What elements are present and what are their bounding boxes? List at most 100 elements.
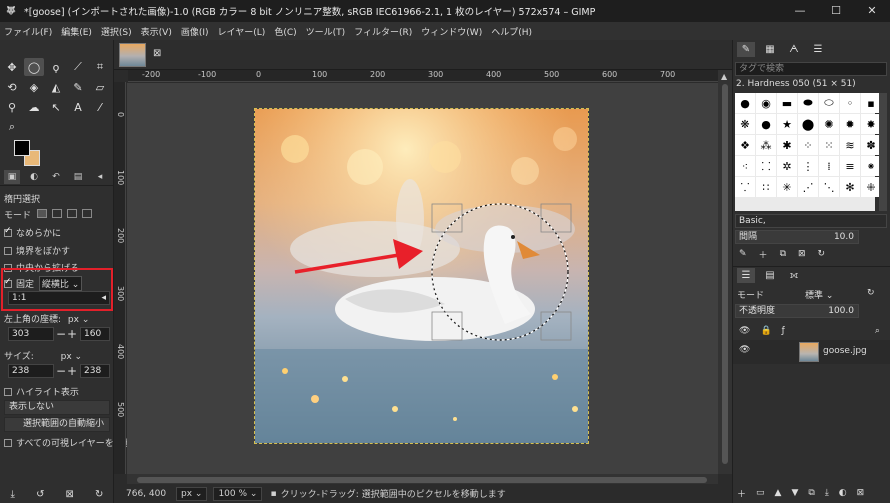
size-unit-select[interactable]: px ⌄ (61, 352, 82, 362)
layers-tab-icon[interactable]: ☰ (737, 267, 755, 283)
highlight-checkbox[interactable] (4, 388, 12, 396)
refresh-brushes-icon[interactable]: ↻ (818, 249, 826, 259)
text-tool-icon[interactable]: A (68, 98, 88, 116)
new-brush-icon[interactable]: ＋ (759, 248, 768, 261)
size-height-input[interactable]: 238 (80, 364, 110, 378)
feather-option[interactable]: 境界をぼかす (4, 244, 70, 257)
auto-shrink-button[interactable]: 選択範囲の自動縮小 (4, 417, 110, 432)
brush-item[interactable]: ● (756, 114, 776, 134)
brush-item[interactable]: ⋰ (798, 177, 818, 197)
position-y-input[interactable]: 160 (80, 327, 110, 341)
brush-item[interactable]: ⋱ (819, 177, 839, 197)
layer-row[interactable]: 👁 goose.jpg (733, 340, 890, 364)
brush-item[interactable]: ⁙ (819, 135, 839, 155)
delete-layer-icon[interactable]: ⊠ (857, 488, 865, 498)
layer-mode-reset-icon[interactable]: ↻ (867, 288, 875, 298)
maximize-button[interactable]: ☐ (818, 0, 854, 22)
brush-item[interactable]: ⋮ (798, 156, 818, 176)
lock-pixels-icon[interactable]: 🔒 (760, 326, 771, 336)
brush-item[interactable]: ✸ (861, 114, 881, 134)
tool-options-tab-icon[interactable]: ▣ (4, 169, 20, 184)
aspect-orientation-icon[interactable]: ◂ (101, 292, 106, 304)
brush-grid[interactable]: ● ◉ ▬ ⬬ ⬭ ◦ ▪ ❋ ● ★ ⬤ ✺ ✹ ✸ ❖ ⁂ ✱ ⁘ ⁙ ≋ … (735, 93, 881, 211)
size-width-input[interactable]: 238 (8, 364, 54, 378)
paths-tab-icon[interactable]: ⟗ (785, 268, 803, 283)
vertical-scroll-thumb[interactable] (722, 84, 728, 464)
brush-item[interactable]: ❋ (735, 114, 755, 134)
menu-filters[interactable]: フィルター(R) (354, 25, 412, 38)
highlight-option[interactable]: ハイライト表示 (4, 385, 79, 398)
aspect-ratio-input[interactable]: 1:1 ◂ (8, 291, 110, 305)
duplicate-layer-icon[interactable]: ⧉ (808, 488, 814, 498)
reset-options-icon[interactable]: ↻ (95, 489, 103, 500)
color-picker-tool-icon[interactable]: ⁄ (90, 98, 110, 116)
bucket-fill-tool-icon[interactable]: ◭ (46, 78, 66, 96)
crop-tool-icon[interactable]: ⌗ (90, 58, 110, 76)
path-tool-icon[interactable]: ↖ (46, 98, 66, 116)
brush-item[interactable]: ∷ (756, 177, 776, 197)
images-tab-icon[interactable]: ▤ (70, 170, 86, 184)
opacity-field[interactable]: 不透明度 100.0 (735, 304, 859, 318)
brush-item[interactable]: ⁞ (819, 156, 839, 176)
new-layer-icon[interactable]: ＋ (737, 487, 746, 500)
feather-checkbox[interactable] (4, 247, 12, 255)
fg-bg-color-swatches[interactable] (14, 140, 42, 168)
menu-help[interactable]: ヘルプ(H) (491, 25, 532, 38)
lasso-tool-icon[interactable]: ϙ (46, 58, 66, 76)
clone-tool-icon[interactable]: ⚲ (2, 98, 22, 116)
channels-tab-icon[interactable]: ▤ (761, 268, 779, 283)
zoom-tool-icon[interactable]: ⌕ (2, 118, 22, 136)
brush-item[interactable]: ▪ (861, 93, 881, 113)
unit-select[interactable]: px ⌄ (176, 486, 208, 501)
menu-select[interactable]: 選択(S) (101, 25, 132, 38)
paintbrush-tool-icon[interactable]: ✎ (68, 78, 88, 96)
brush-spacing-field[interactable]: 間隔 10.0 (735, 230, 859, 244)
brushes-tab-icon[interactable]: ✎ (737, 42, 755, 57)
merge-layer-icon[interactable]: ⤓ (825, 488, 829, 498)
mask-layer-icon[interactable]: ◐ (839, 488, 847, 498)
menu-colors[interactable]: 色(C) (274, 25, 296, 38)
edit-brush-icon[interactable]: ✎ (739, 249, 747, 259)
minimize-button[interactable]: — (782, 0, 818, 22)
raise-layer-icon[interactable]: ▲ (775, 488, 782, 498)
brush-item[interactable]: ★ (777, 114, 797, 134)
brush-item[interactable]: ⸪ (735, 177, 755, 197)
vertical-scroll-up-icon[interactable]: ▲ (721, 72, 727, 81)
brush-item[interactable]: ✲ (777, 156, 797, 176)
brush-item[interactable]: ≡ (840, 156, 860, 176)
vertical-scrollbar[interactable]: ▲ (718, 70, 732, 474)
menu-tools[interactable]: ツール(T) (306, 25, 346, 38)
image-tab-close-icon[interactable]: ⊠ (153, 48, 161, 59)
move-tool-icon[interactable]: ✥ (2, 58, 22, 76)
menu-edit[interactable]: 編集(E) (61, 25, 92, 38)
close-button[interactable]: ✕ (854, 0, 890, 22)
fixed-checkbox[interactable] (4, 277, 12, 288)
menu-view[interactable]: 表示(V) (141, 25, 172, 38)
all-layers-checkbox[interactable] (4, 439, 12, 447)
position-x-stepper-icon[interactable]: − (56, 328, 66, 340)
menu-file[interactable]: ファイル(F) (4, 25, 52, 38)
brush-item[interactable]: ⁖ (735, 156, 755, 176)
transform-tool-icon[interactable]: ⟲ (2, 78, 22, 96)
lock-alpha-icon[interactable]: ƒ (782, 326, 785, 336)
fixed-aspect-option[interactable]: 固定 縦横比 ⌄ (4, 276, 83, 291)
size-width-minus-icon[interactable]: − (56, 365, 66, 377)
document-history-tab-icon[interactable]: ☰ (809, 42, 827, 57)
horizontal-scroll-thumb[interactable] (137, 477, 707, 483)
brush-item[interactable]: ❖ (735, 135, 755, 155)
lock-position-icon[interactable]: ⌕ (875, 326, 880, 336)
brush-item[interactable]: ⬤ (798, 114, 818, 134)
layer-visibility-icon[interactable]: 👁 (739, 345, 750, 355)
brush-item[interactable]: ✳ (777, 177, 797, 197)
brush-grid-scrollbar[interactable] (879, 93, 887, 211)
brush-item[interactable]: ✱ (777, 135, 797, 155)
mode-replace-icon[interactable] (36, 209, 47, 218)
guides-select[interactable]: 表示しない (4, 400, 110, 415)
mode-add-icon[interactable] (51, 209, 62, 218)
ellipse-select-tool-icon[interactable]: ◯ (24, 58, 44, 76)
brush-item[interactable]: ✺ (819, 114, 839, 134)
brush-preset-select[interactable]: Basic, (735, 214, 887, 228)
goose-image-canvas[interactable] (254, 108, 589, 444)
brush-item[interactable]: ▬ (777, 93, 797, 113)
duplicate-brush-icon[interactable]: ⧉ (780, 249, 786, 259)
